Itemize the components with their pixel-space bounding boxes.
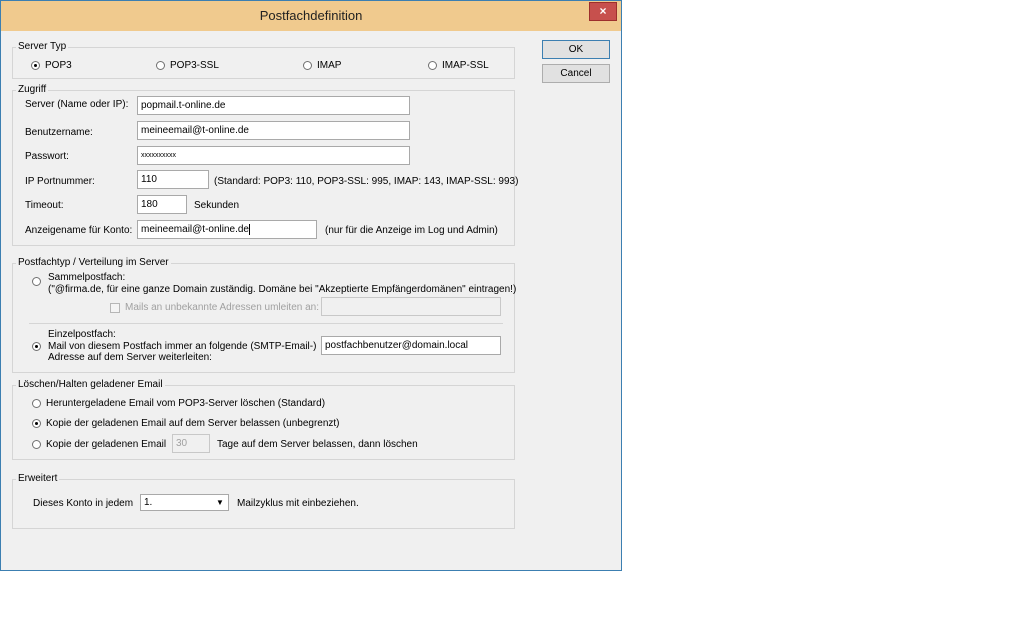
radio-imap[interactable] (303, 61, 312, 70)
server-typ-legend: Server Typ (16, 41, 69, 52)
mails-umleiten-checkbox[interactable] (110, 303, 120, 313)
einzelpostfach-line2: Adresse auf dem Server weiterleiten: (48, 352, 212, 363)
benutzername-label: Benutzername: (25, 127, 93, 138)
loeschen-standard-label[interactable]: Heruntergeladene Email vom POP3-Server l… (46, 398, 325, 410)
server-typ-group (12, 47, 515, 79)
erweitert-prefix: Dieses Konto in jedem (33, 498, 134, 509)
portnummer-hint: (Standard: POP3: 110, POP3-SSL: 995, IMA… (214, 176, 519, 187)
text-caret (248, 223, 250, 235)
radio-kopie-unbegrenzt[interactable] (32, 419, 41, 428)
passwort-input[interactable]: xxxxxxxxxx (137, 146, 410, 165)
close-icon: × (599, 4, 607, 18)
portnummer-input[interactable]: 110 (137, 170, 209, 189)
loeschen-legend: Löschen/Halten geladener Email (16, 379, 165, 390)
mails-umleiten-input[interactable] (321, 297, 501, 316)
passwort-label: Passwort: (25, 151, 69, 162)
window-title: Postfachdefinition (259, 8, 363, 23)
kopie-tage-input[interactable]: 30 (172, 434, 210, 453)
radio-imap-ssl[interactable] (428, 61, 437, 70)
anzeigename-input[interactable]: meineemail@t-online.de (137, 220, 317, 239)
zugriff-legend: Zugriff (16, 84, 49, 95)
radio-kopie-tage[interactable] (32, 440, 41, 449)
timeout-unit: Sekunden (194, 200, 240, 211)
kopie-unbegrenzt-label[interactable]: Kopie der geladenen Email auf dem Server… (46, 418, 340, 430)
radio-imap-ssl-label[interactable]: IMAP-SSL (442, 60, 489, 72)
erweitert-suffix: Mailzyklus mit einbeziehen. (237, 498, 359, 509)
portnummer-label: IP Portnummer: (25, 176, 95, 187)
postfachtyp-legend: Postfachtyp / Verteilung im Server (16, 257, 171, 268)
cancel-button[interactable]: Cancel (542, 64, 610, 83)
anzeigename-label: Anzeigename für Konto: (25, 225, 133, 236)
title-bar[interactable]: Postfachdefinition × (1, 1, 621, 31)
radio-loeschen-standard[interactable] (32, 399, 41, 408)
server-input[interactable]: popmail.t-online.de (137, 96, 410, 115)
radio-pop3-ssl-label[interactable]: POP3-SSL (170, 60, 219, 72)
timeout-input[interactable]: 180 (137, 195, 187, 214)
anzeigename-value: meineemail@t-online.de (141, 224, 249, 235)
dropdown-arrow-icon[interactable]: ▼ (212, 495, 228, 510)
kopie-tage-suffix: Tage auf dem Server belassen, dann lösch… (217, 439, 418, 450)
server-label: Server (Name oder IP): (25, 99, 129, 110)
divider (29, 323, 503, 324)
timeout-label: Timeout: (25, 200, 64, 211)
anzeigename-hint: (nur für die Anzeige im Log und Admin) (325, 225, 498, 236)
mailzyklus-value: 1. (144, 497, 153, 508)
erweitert-legend: Erweitert (16, 473, 60, 484)
ok-button[interactable]: OK (542, 40, 610, 59)
mails-umleiten-label: Mails an unbekannte Adressen umleiten an… (125, 302, 320, 313)
radio-pop3[interactable] (31, 61, 40, 70)
sammelpostfach-title[interactable]: Sammelpostfach: (48, 272, 125, 284)
sammelpostfach-desc: ("@firma.de, für eine ganze Domain zustä… (48, 284, 517, 295)
radio-sammelpostfach[interactable] (32, 277, 41, 286)
mailzyklus-select[interactable]: 1. ▼ (140, 494, 229, 511)
postfachdefinition-dialog: Postfachdefinition × OK Cancel Server Ty… (0, 0, 622, 571)
einzelpostfach-title[interactable]: Einzelpostfach: (48, 329, 116, 341)
benutzername-input[interactable]: meineemail@t-online.de (137, 121, 410, 140)
radio-einzelpostfach[interactable] (32, 342, 41, 351)
kopie-tage-label[interactable]: Kopie der geladenen Email (46, 439, 166, 451)
close-button[interactable]: × (589, 2, 617, 21)
radio-pop3-ssl[interactable] (156, 61, 165, 70)
radio-imap-label[interactable]: IMAP (317, 60, 341, 72)
radio-pop3-label[interactable]: POP3 (45, 60, 72, 72)
einzelpostfach-input[interactable]: postfachbenutzer@domain.local (321, 336, 501, 355)
